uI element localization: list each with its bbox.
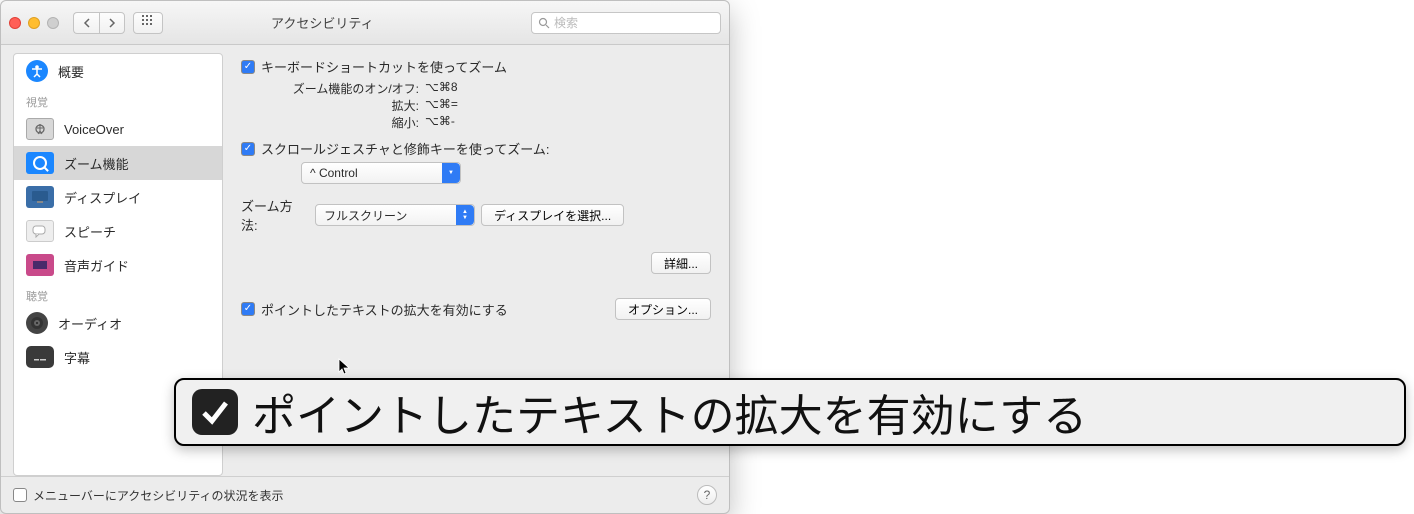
chevron-left-icon bbox=[83, 18, 91, 28]
help-button[interactable]: ? bbox=[697, 485, 717, 505]
sidebar-item-label: 字幕 bbox=[64, 348, 90, 367]
speech-icon bbox=[26, 220, 54, 242]
menu-bar-status-label: メニューバーにアクセシビリティの状況を表示 bbox=[33, 487, 284, 504]
speaker-icon bbox=[26, 312, 48, 334]
keyboard-shortcut-zoom-label: キーボードショートカットを使ってズーム bbox=[261, 57, 507, 76]
captions-icon bbox=[26, 346, 54, 368]
window-minimize-button[interactable] bbox=[28, 17, 40, 29]
advanced-label: 詳細... bbox=[664, 255, 698, 272]
keyboard-shortcut-zoom-row: ✓ キーボードショートカットを使ってズーム bbox=[241, 57, 711, 76]
search-icon bbox=[538, 17, 550, 29]
hover-text-options-button[interactable]: オプション... bbox=[615, 298, 711, 320]
cursor-icon bbox=[338, 358, 352, 376]
sidebar-item-label: ディスプレイ bbox=[64, 188, 141, 207]
scroll-gesture-zoom-row: ✓ スクロールジェスチャと修飾キーを使ってズーム: bbox=[241, 139, 711, 158]
display-icon bbox=[26, 186, 54, 208]
accessibility-icon bbox=[26, 60, 48, 82]
nav-back-forward bbox=[73, 12, 125, 34]
zoom-in-shortcut-row: 拡大: ⌥⌘= bbox=[265, 97, 711, 114]
footer: メニューバーにアクセシビリティの状況を表示 ? bbox=[1, 476, 729, 513]
chevron-down-icon: ▼ bbox=[442, 163, 460, 183]
window-title: アクセシビリティ bbox=[271, 13, 374, 32]
sidebar-item-display[interactable]: ディスプレイ bbox=[14, 180, 222, 214]
zoom-style-row: ズーム方法: フルスクリーン ▲▼ ディスプレイを選択... bbox=[241, 196, 711, 234]
chevron-right-icon bbox=[108, 18, 116, 28]
sidebar-item-label: ズーム機能 bbox=[64, 154, 129, 173]
hover-text-row: ✓ ポイントしたテキストの拡大を有効にする オプション... bbox=[241, 298, 711, 320]
hover-text-overlay-checkbox bbox=[192, 389, 238, 435]
advanced-button[interactable]: 詳細... bbox=[651, 252, 711, 274]
sidebar-item-label: 音声ガイド bbox=[64, 256, 129, 275]
checkmark-icon bbox=[200, 397, 230, 427]
toggle-zoom-value: ⌥⌘8 bbox=[425, 80, 458, 97]
window-close-button[interactable] bbox=[9, 17, 21, 29]
forward-button[interactable] bbox=[99, 12, 125, 34]
show-all-button[interactable] bbox=[133, 12, 163, 34]
sidebar-item-label: VoiceOver bbox=[64, 122, 124, 137]
back-button[interactable] bbox=[73, 12, 99, 34]
keyboard-shortcut-zoom-checkbox[interactable]: ✓ bbox=[241, 60, 255, 74]
zoom-in-value: ⌥⌘= bbox=[425, 97, 458, 114]
options-label: オプション... bbox=[628, 301, 698, 318]
hover-text-checkbox[interactable]: ✓ bbox=[241, 302, 255, 316]
hover-text-overlay: ポイントしたテキストの拡大を有効にする bbox=[174, 378, 1406, 446]
sidebar-section-vision: 視覚 bbox=[14, 88, 222, 112]
zoom-style-select[interactable]: フルスクリーン ▲▼ bbox=[315, 204, 475, 226]
zoom-style-value: フルスクリーン bbox=[324, 207, 407, 224]
zoom-icon bbox=[26, 152, 54, 174]
menu-bar-status-checkbox[interactable] bbox=[13, 488, 27, 502]
sidebar-item-label: オーディオ bbox=[58, 314, 122, 333]
hover-text-label: ポイントしたテキストの拡大を有効にする bbox=[261, 300, 508, 319]
search-input[interactable] bbox=[554, 16, 714, 30]
zoom-out-label: 縮小: bbox=[265, 114, 425, 131]
sidebar-item-audio[interactable]: オーディオ bbox=[14, 306, 222, 340]
hover-text-overlay-label: ポイントしたテキストの拡大を有効にする bbox=[252, 380, 1087, 444]
modifier-key-select[interactable]: ^ Control ▼ bbox=[301, 162, 461, 184]
zoom-style-label: ズーム方法: bbox=[241, 196, 309, 234]
chevron-updown-icon: ▲▼ bbox=[456, 205, 474, 225]
grid-icon bbox=[142, 15, 154, 30]
sidebar-item-overview[interactable]: 概要 bbox=[14, 54, 222, 88]
sidebar-item-captions[interactable]: 字幕 bbox=[14, 340, 222, 374]
window-controls bbox=[9, 17, 59, 29]
audio-descriptions-icon bbox=[26, 254, 54, 276]
sidebar-item-speech[interactable]: スピーチ bbox=[14, 214, 222, 248]
toggle-zoom-shortcut-row: ズーム機能のオン/オフ: ⌥⌘8 bbox=[265, 80, 711, 97]
choose-display-button[interactable]: ディスプレイを選択... bbox=[481, 204, 624, 226]
sidebar-item-voiceover[interactable]: VoiceOver bbox=[14, 112, 222, 146]
sidebar-item-label: 概要 bbox=[58, 62, 84, 81]
sidebar-item-label: スピーチ bbox=[64, 222, 116, 241]
zoom-in-label: 拡大: bbox=[265, 97, 425, 114]
scroll-gesture-zoom-label: スクロールジェスチャと修飾キーを使ってズーム: bbox=[261, 139, 549, 158]
sidebar-item-audio-descriptions[interactable]: 音声ガイド bbox=[14, 248, 222, 282]
search-field[interactable] bbox=[531, 12, 721, 34]
zoom-out-value: ⌥⌘- bbox=[425, 114, 455, 131]
modifier-key-row: ^ Control ▼ bbox=[301, 162, 711, 184]
voiceover-icon bbox=[26, 118, 54, 140]
scroll-gesture-zoom-checkbox[interactable]: ✓ bbox=[241, 142, 255, 156]
toggle-zoom-label: ズーム機能のオン/オフ: bbox=[265, 80, 425, 97]
window-zoom-button[interactable] bbox=[47, 17, 59, 29]
choose-display-label: ディスプレイを選択... bbox=[494, 207, 611, 224]
titlebar: アクセシビリティ bbox=[1, 1, 729, 45]
sidebar-item-zoom[interactable]: ズーム機能 bbox=[14, 146, 222, 180]
sidebar-section-hearing: 聴覚 bbox=[14, 282, 222, 306]
zoom-out-shortcut-row: 縮小: ⌥⌘- bbox=[265, 114, 711, 131]
advanced-row: 詳細... bbox=[241, 252, 711, 274]
modifier-key-value: ^ Control bbox=[310, 166, 358, 180]
